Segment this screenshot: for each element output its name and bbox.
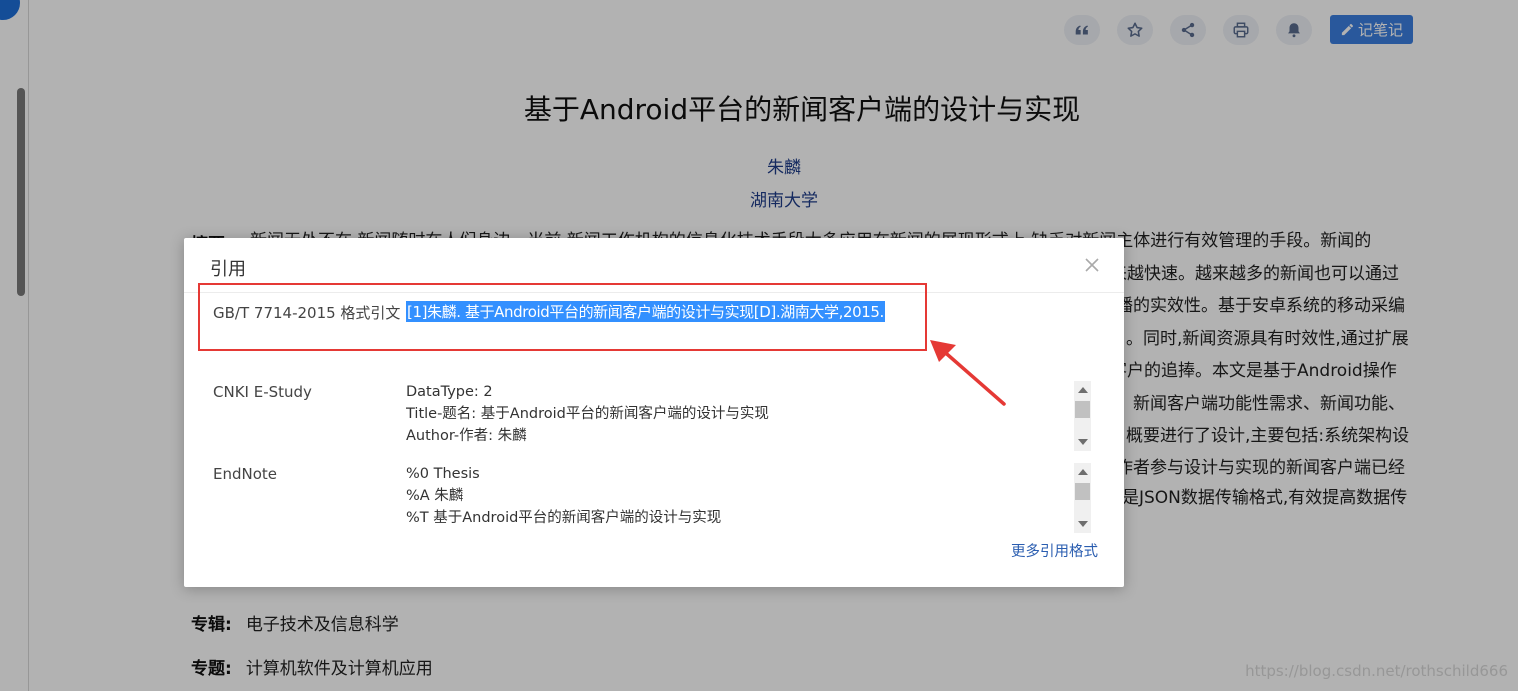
citation-line: %0 Thesis [406, 466, 480, 482]
cnki-format-label: CNKI E-Study [213, 383, 312, 401]
scroll-thumb[interactable] [1075, 401, 1090, 418]
citation-line: %A 朱麟 [406, 488, 464, 504]
endnote-citation-box[interactable]: %0 Thesis %A 朱麟 %T 基于Android平台的新闻客户端的设计与… [406, 463, 1094, 533]
more-citation-formats-link[interactable]: 更多引用格式 [1011, 540, 1098, 561]
endnote-format-label: EndNote [213, 465, 278, 483]
citation-dialog: 引用 GB/T 7714-2015 格式引文 [1]朱麟. 基于Android平… [184, 238, 1124, 587]
annotation-highlight-box [198, 283, 927, 351]
close-icon[interactable] [1084, 257, 1100, 273]
scroll-down-icon[interactable] [1078, 521, 1088, 527]
scroll-down-icon[interactable] [1078, 439, 1088, 445]
endnote-scrollbar[interactable] [1074, 463, 1091, 533]
annotation-arrow-icon [930, 340, 1006, 406]
dialog-title: 引用 [210, 259, 246, 280]
scroll-up-icon[interactable] [1078, 387, 1088, 393]
scroll-thumb[interactable] [1075, 483, 1090, 500]
citation-line: %T 基于Android平台的新闻客户端的设计与实现 [406, 510, 722, 526]
scroll-up-icon[interactable] [1078, 469, 1088, 475]
citation-line: Author-作者: 朱麟 [406, 428, 527, 444]
cnki-scrollbar[interactable] [1074, 381, 1091, 451]
